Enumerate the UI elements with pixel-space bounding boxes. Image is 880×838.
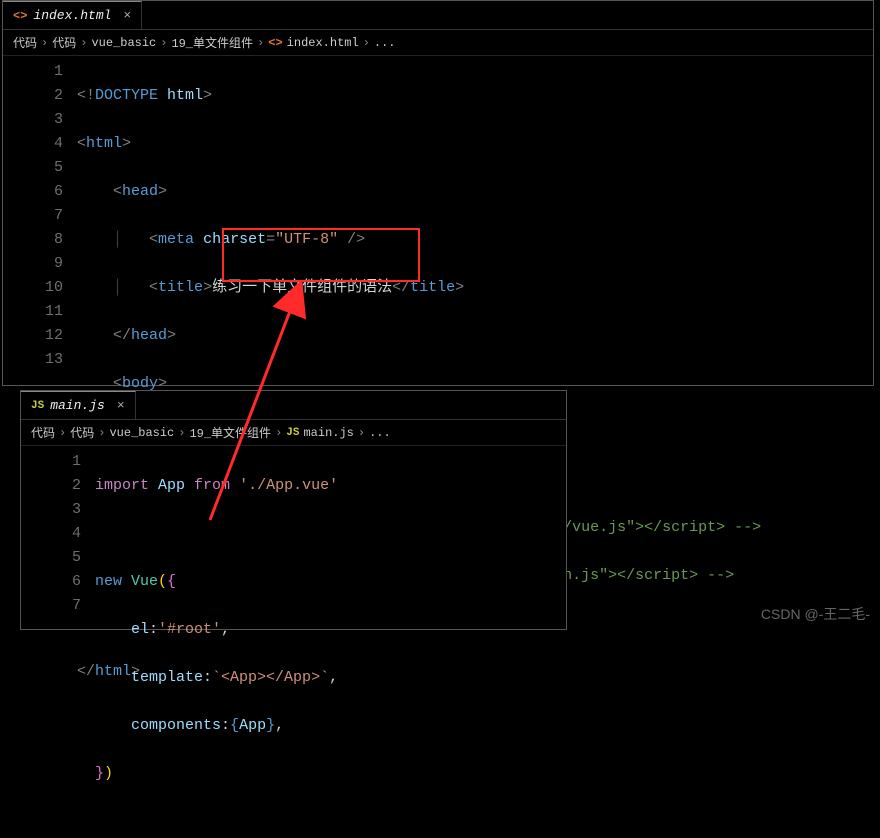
tab-bar: <> index.html ×	[3, 1, 873, 30]
watermark: CSDN @-王二毛-	[761, 604, 870, 624]
crumb[interactable]: 19_单文件组件	[189, 424, 271, 441]
crumb[interactable]: ...	[369, 426, 391, 440]
html-icon: <>	[268, 36, 282, 50]
crumb[interactable]: 19_单文件组件	[171, 34, 253, 51]
crumb[interactable]: ...	[374, 36, 396, 50]
crumb[interactable]: index.html	[287, 36, 359, 50]
js-icon: JS	[31, 400, 44, 412]
js-icon: JS	[286, 427, 299, 439]
editor-pane-index-html: <> index.html × 代码› 代码› vue_basic› 19_单文…	[2, 0, 874, 386]
crumb[interactable]: main.js	[303, 426, 353, 440]
code-content[interactable]: import App from './App.vue' new Vue({ el…	[95, 446, 338, 838]
tab-index-html[interactable]: <> index.html ×	[3, 1, 142, 29]
crumb[interactable]: vue_basic	[91, 36, 156, 50]
editor-pane-main-js: JS main.js × 代码› 代码› vue_basic› 19_单文件组件…	[20, 390, 567, 630]
code-area[interactable]: 123 456 7 import App from './App.vue' ne…	[21, 446, 566, 838]
tab-main-js[interactable]: JS main.js ×	[21, 391, 136, 419]
crumb[interactable]: 代码	[13, 34, 37, 51]
html-icon: <>	[13, 9, 27, 23]
breadcrumb[interactable]: 代码› 代码› vue_basic› 19_单文件组件› <> index.ht…	[3, 30, 873, 56]
tab-label: main.js	[50, 398, 105, 413]
crumb[interactable]: 代码	[52, 34, 76, 51]
crumb[interactable]: 代码	[31, 424, 55, 441]
crumb[interactable]: vue_basic	[109, 426, 174, 440]
crumb[interactable]: 代码	[70, 424, 94, 441]
breadcrumb[interactable]: 代码› 代码› vue_basic› 19_单文件组件› JS main.js›…	[21, 420, 566, 446]
tab-label: index.html	[33, 8, 111, 23]
close-icon[interactable]: ×	[117, 398, 125, 413]
line-gutter: 123 456 7	[21, 446, 95, 838]
tab-bar: JS main.js ×	[21, 391, 566, 420]
close-icon[interactable]: ×	[123, 8, 131, 23]
